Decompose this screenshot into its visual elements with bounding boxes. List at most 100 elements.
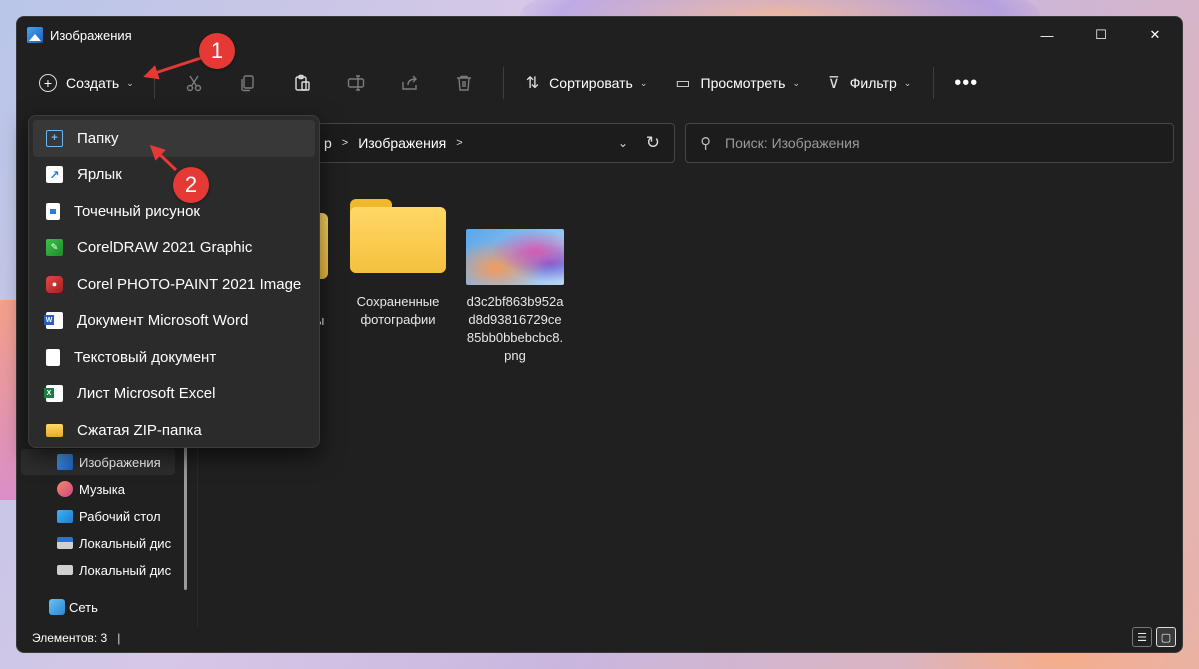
- share-icon: [402, 75, 417, 90]
- search-placeholder: Поиск: Изображения: [725, 135, 860, 151]
- copy-button[interactable]: [221, 65, 275, 101]
- file-item-png-image[interactable]: d3c2bf863b952ad8d93816729ce85bb0bbebcbc8…: [460, 229, 570, 365]
- address-bar[interactable]: р > Изображения > ⌄ ↻: [317, 123, 675, 163]
- view-icon: ▭: [675, 75, 691, 92]
- create-label: Создать: [66, 75, 120, 91]
- toolbar-divider: [933, 67, 935, 99]
- scissors-icon: [186, 75, 201, 92]
- cut-button[interactable]: [167, 65, 221, 101]
- copy-icon: [241, 75, 254, 92]
- folder-icon: [350, 199, 446, 273]
- status-bar: Элементов: 3 | ☰ ▢: [17, 624, 1182, 652]
- nav-item-desktop[interactable]: Рабочий стол: [21, 503, 175, 529]
- chevron-down-icon: ⌄: [792, 77, 801, 88]
- item-count: Элементов: 3: [32, 631, 108, 645]
- chevron-down-icon: ⌄: [903, 77, 912, 88]
- plus-icon: +: [39, 74, 57, 92]
- sort-label: Сортировать: [549, 75, 633, 91]
- rename-icon: [347, 75, 364, 91]
- nav-item-label: Локальный дис: [79, 535, 172, 551]
- breadcrumb-chevron-icon[interactable]: >: [456, 137, 462, 149]
- nav-item-pictures[interactable]: Изображения: [21, 449, 175, 475]
- menu-item-label: Сжатая ZIP-папка: [77, 421, 202, 439]
- nav-item-label: Рабочий стол: [79, 508, 161, 524]
- menu-item-label: Текстовый документ: [74, 348, 217, 366]
- filter-icon: ⊽: [828, 75, 840, 92]
- list-icon: ☰: [1137, 631, 1147, 644]
- menu-item-bitmap[interactable]: Точечный рисунок: [29, 193, 319, 230]
- toolbar-divider: [153, 67, 155, 99]
- nav-item-music[interactable]: Музыка: [21, 476, 175, 502]
- view-toggle: ☰ ▢: [1132, 627, 1176, 647]
- filter-label: Фильтр: [849, 75, 897, 91]
- paste-icon: [295, 74, 310, 91]
- search-box[interactable]: ⚲ Поиск: Изображения: [685, 123, 1174, 163]
- annotation-badge-1: 1: [199, 33, 235, 69]
- excel-icon: X: [44, 385, 63, 403]
- search-icon: ⚲: [700, 135, 711, 152]
- sort-button[interactable]: ⇅ Сортировать ⌄: [516, 65, 658, 101]
- details-view-button[interactable]: ☰: [1132, 627, 1152, 647]
- file-item-saved-photos[interactable]: Сохраненные фотографии: [343, 199, 453, 329]
- text-document-icon: [46, 348, 60, 366]
- menu-item-label: Corel PHOTO-PAINT 2021 Image: [77, 275, 302, 293]
- status-separator: |: [117, 631, 121, 645]
- folder-plus-icon: +: [46, 129, 63, 147]
- breadcrumb-segment[interactable]: Изображения: [358, 135, 446, 151]
- nav-item-label: Локальный дис: [79, 562, 172, 578]
- minimize-button[interactable]: —: [1020, 17, 1074, 53]
- menu-item-folder[interactable]: + Папку: [33, 120, 315, 157]
- music-icon: [57, 481, 73, 497]
- file-list: ы Сохраненные фотографии d3c2bf863b952ad…: [198, 163, 1182, 622]
- menu-item-label: Точечный рисунок: [74, 202, 200, 220]
- tiles-view-button[interactable]: ▢: [1156, 627, 1176, 647]
- drive-icon: [57, 565, 73, 575]
- menu-item-excel[interactable]: X Лист Microsoft Excel: [29, 376, 319, 413]
- refresh-icon[interactable]: ↻: [646, 133, 660, 153]
- menu-item-label: CorelDRAW 2021 Graphic: [77, 239, 253, 257]
- window-controls: — ☐ ✕: [1020, 17, 1182, 53]
- window-title: Изображения: [50, 27, 132, 43]
- menu-item-word[interactable]: W Документ Microsoft Word: [29, 303, 319, 340]
- nav-scrollbar[interactable]: [184, 440, 187, 590]
- nav-item-network[interactable]: Сеть: [21, 594, 175, 620]
- drive-icon: [57, 537, 73, 549]
- chevron-down-icon: ⌄: [639, 77, 648, 88]
- bitmap-icon: [46, 202, 60, 220]
- file-name: d3c2bf863b952ad8d93816729ce85bb0bbebcbc8…: [466, 294, 564, 363]
- breadcrumb-segment[interactable]: р: [324, 135, 332, 151]
- pictures-folder-icon: [27, 27, 43, 43]
- paste-button[interactable]: [275, 65, 329, 101]
- menu-item-text-document[interactable]: Текстовый документ: [29, 339, 319, 376]
- network-icon: [49, 599, 65, 615]
- more-options-button[interactable]: •••: [946, 65, 986, 101]
- delete-button[interactable]: [437, 65, 491, 101]
- filter-button[interactable]: ⊽ Фильтр ⌄: [818, 65, 921, 101]
- menu-item-label: Документ Microsoft Word: [77, 312, 249, 330]
- image-thumbnail: [466, 229, 564, 285]
- maximize-button[interactable]: ☐: [1074, 17, 1128, 53]
- rename-button[interactable]: [329, 65, 383, 101]
- create-menu: + Папку ↗ Ярлык Точечный рисунок ✎ Corel…: [28, 115, 320, 448]
- menu-item-photopaint[interactable]: ● Corel PHOTO-PAINT 2021 Image: [29, 266, 319, 303]
- menu-item-zip[interactable]: Сжатая ZIP-папка: [29, 412, 319, 449]
- pictures-icon: [57, 454, 73, 470]
- annotation-badge-2: 2: [173, 167, 209, 203]
- tiles-icon: ▢: [1160, 631, 1172, 644]
- view-button[interactable]: ▭ Просмотреть ⌄: [665, 65, 810, 101]
- coreldraw-icon: ✎: [46, 239, 63, 257]
- close-button[interactable]: ✕: [1128, 17, 1182, 53]
- desktop-icon: [57, 509, 73, 523]
- nav-item-local-disk-c[interactable]: Локальный дис: [21, 530, 175, 556]
- menu-item-coreldraw[interactable]: ✎ CorelDRAW 2021 Graphic: [29, 230, 319, 267]
- menu-item-label: Ярлык: [77, 166, 122, 184]
- breadcrumb-chevron-icon: >: [341, 137, 349, 149]
- create-button[interactable]: + Создать ⌄: [39, 65, 142, 101]
- nav-item-local-disk-d[interactable]: Локальный дис: [21, 557, 175, 583]
- view-label: Просмотреть: [700, 75, 786, 91]
- trash-icon: [456, 75, 471, 91]
- address-dropdown-icon[interactable]: ⌄: [618, 136, 628, 150]
- nav-item-label: Сеть: [69, 599, 98, 615]
- share-button[interactable]: [383, 65, 437, 101]
- title-bar: Изображения — ☐ ✕: [17, 17, 1182, 53]
